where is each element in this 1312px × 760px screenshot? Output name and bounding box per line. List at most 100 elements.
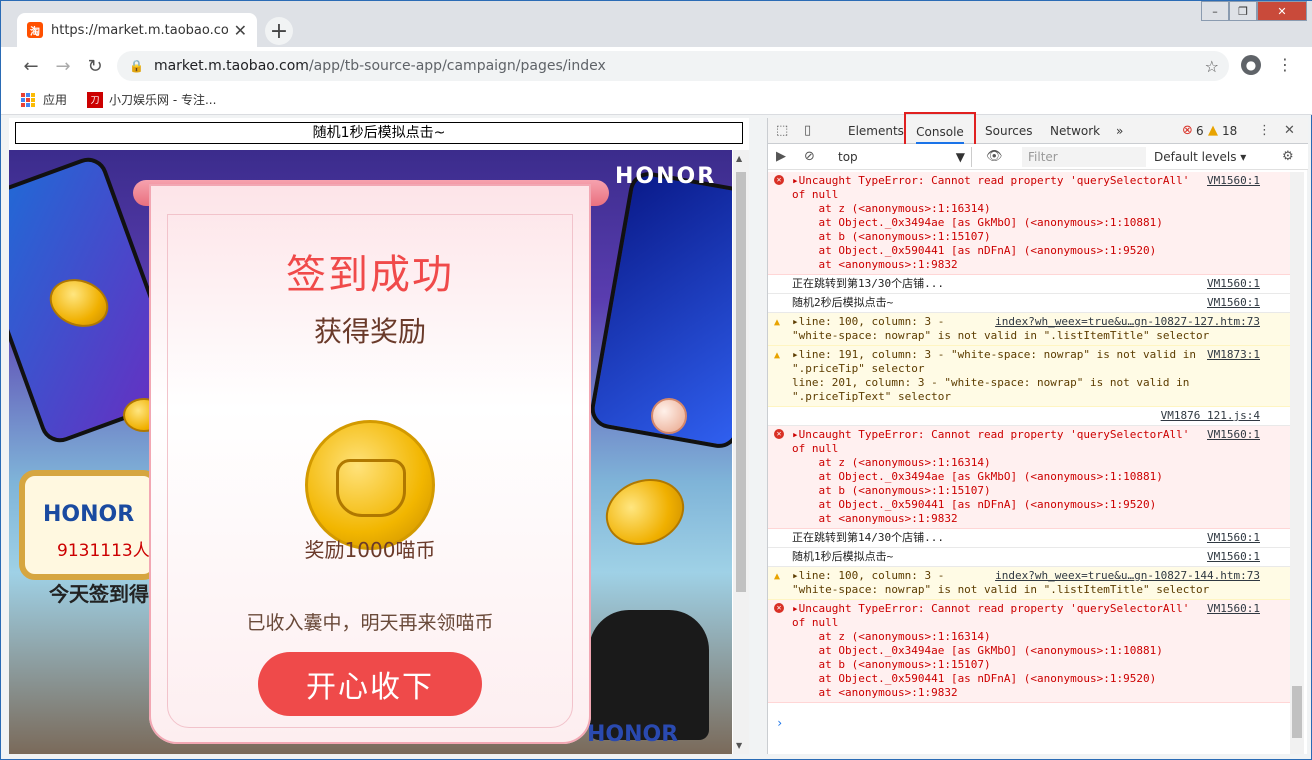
console-message: ▸Uncaught TypeError: Cannot read propert…	[792, 428, 1190, 525]
bookmark-xiaodao[interactable]: 刀 小刀娱乐网 - 专注...	[87, 91, 216, 108]
devtools-menu-icon[interactable]: ⋮	[1258, 118, 1271, 144]
honor-logo-top: HONOR	[615, 164, 717, 189]
console-entry-warn[interactable]: ▲ ▸line: 191, column: 3 - "white-space: n…	[768, 346, 1290, 407]
reward-note: 已收入囊中，明天再来领喵币	[246, 612, 494, 634]
source-link[interactable]: index?wh_weex=true&u…gn-10827-127.htm:73	[991, 315, 1260, 329]
error-icon: ✕	[774, 175, 784, 185]
close-devtools-icon[interactable]: ✕	[1284, 118, 1295, 144]
browser-menu-icon[interactable]: ⋮	[1277, 55, 1293, 74]
maximize-button[interactable]: ❐	[1229, 1, 1257, 21]
sidebar-toggle-icon[interactable]: ▶	[776, 144, 786, 170]
console-scroll-thumb[interactable]	[1292, 686, 1302, 738]
console-entry-info[interactable]: VM1876 121.js:4	[768, 407, 1290, 426]
console-message: ▸Uncaught TypeError: Cannot read propert…	[792, 602, 1190, 699]
console-entry-info[interactable]: 正在跳转到第13/30个店铺... VM1560:1	[768, 275, 1290, 294]
filter-input[interactable]: Filter	[1022, 147, 1146, 167]
console-toolbar: ▶ ⊘ top ▼ 👁 Filter Default levels ▾ ⚙	[768, 144, 1308, 170]
bookmark-apps[interactable]: 应用	[21, 91, 67, 108]
bookmark-apps-label: 应用	[43, 93, 68, 107]
context-select[interactable]: top ▼	[832, 147, 972, 167]
console-entry-warn[interactable]: ▲ ▸line: 100, column: 3 - "white-space: n…	[768, 567, 1290, 600]
close-window-button[interactable]: ✕	[1257, 1, 1307, 21]
back-arrow-icon[interactable]: ←	[15, 50, 47, 82]
source-link[interactable]: VM1876 121.js:4	[1157, 409, 1260, 423]
browser-window: 淘 https://market.m.taobao.com/ ✕ + – ❐ ✕…	[0, 0, 1312, 760]
minimize-button[interactable]: –	[1201, 1, 1229, 21]
log-levels-label: Default levels	[1154, 150, 1237, 164]
profile-icon[interactable]: ●	[1241, 55, 1261, 75]
console-entry-err[interactable]: ✕ ▸Uncaught TypeError: Cannot read proper…	[768, 172, 1290, 275]
source-link[interactable]: VM1560:1	[1203, 602, 1260, 616]
new-tab-button[interactable]: +	[265, 17, 293, 45]
warning-icon: ▲	[774, 571, 781, 582]
source-link[interactable]: VM1560:1	[1203, 174, 1260, 188]
console-entry-err[interactable]: ✕ ▸Uncaught TypeError: Cannot read proper…	[768, 600, 1290, 703]
console-log: ✕ ▸Uncaught TypeError: Cannot read proper…	[768, 172, 1290, 754]
source-link[interactable]: VM1873:1	[1203, 348, 1260, 362]
console-message: ▸Uncaught TypeError: Cannot read propert…	[792, 174, 1190, 271]
console-settings-gear-icon[interactable]: ⚙	[1282, 144, 1294, 170]
page-scrollbar[interactable]: ▲ ▼	[733, 150, 749, 754]
popup-subtitle: 获得奖励	[313, 315, 426, 348]
signin-popup: 签到成功 获得奖励 奖励1000喵币 已收入囊中，明天再来领喵币 开心收下	[149, 184, 591, 744]
tab-title: https://market.m.taobao.com/	[51, 22, 228, 38]
source-link[interactable]: VM1560:1	[1203, 531, 1260, 545]
log-levels-select[interactable]: Default levels ▾	[1154, 147, 1246, 167]
address-toolbar: ← → ↻ 🔒 market.m.taobao.com /app/tb-sour…	[1, 47, 1312, 85]
forward-arrow-icon[interactable]: →	[47, 50, 79, 82]
eye-icon[interactable]: 👁	[986, 144, 1003, 170]
console-entry-warn[interactable]: ▲ ▸line: 100, column: 3 - "white-space: n…	[768, 313, 1290, 346]
clear-console-icon[interactable]: ⊘	[804, 144, 815, 170]
bookmarks-bar: 应用 刀 小刀娱乐网 - 专注...	[1, 85, 1312, 115]
warning-count-icon[interactable]: ▲	[1208, 118, 1218, 144]
console-message: 正在跳转到第14/30个店铺...	[792, 531, 944, 544]
inspect-element-icon[interactable]: ⬚	[776, 118, 788, 144]
window-controls: – ❐ ✕	[1201, 1, 1307, 21]
scroll-down-icon[interactable]: ▼	[736, 741, 742, 750]
chevron-down-icon: ▼	[955, 150, 965, 164]
tab-sources[interactable]: Sources	[985, 118, 1032, 144]
tab-elements[interactable]: Elements	[848, 118, 904, 144]
error-count[interactable]: 6	[1196, 118, 1204, 144]
top-banner: 随机1秒后模拟点击~	[15, 122, 743, 144]
page-scroll-thumb[interactable]	[736, 172, 746, 592]
cat-face-icon	[336, 459, 406, 517]
lock-icon[interactable]: 🔒	[129, 59, 144, 73]
console-entry-info[interactable]: 正在跳转到第14/30个店铺... VM1560:1	[768, 529, 1290, 548]
source-link[interactable]: VM1560:1	[1203, 296, 1260, 310]
device-toggle-icon[interactable]: ▯	[804, 118, 811, 144]
close-tab-icon[interactable]: ✕	[234, 21, 247, 40]
devtools-tabbar: ⬚ ▯ Elements Console Sources Network » ⊗…	[768, 112, 1308, 150]
reload-icon[interactable]: ↻	[79, 50, 111, 82]
console-entry-info[interactable]: 随机2秒后模拟点击~ VM1560:1	[768, 294, 1290, 313]
campaign-scene: HONOR HONOR 9131113人正 今天签到得 HONOR 签到成功 获…	[9, 150, 732, 754]
bookmark-xiaodao-label: 小刀娱乐网 - 专注...	[109, 93, 217, 107]
console-scrollbar[interactable]	[1290, 172, 1304, 754]
address-bar[interactable]: 🔒 market.m.taobao.com /app/tb-source-app…	[117, 51, 1229, 81]
source-link[interactable]: index?wh_weex=true&u…gn-10827-144.htm:73	[991, 569, 1260, 583]
scroll-up-icon[interactable]: ▲	[736, 154, 742, 163]
console-prompt[interactable]: ›	[776, 716, 783, 730]
source-link[interactable]: VM1560:1	[1203, 550, 1260, 564]
browser-tab[interactable]: 淘 https://market.m.taobao.com/ ✕	[17, 13, 257, 47]
honor-logo-bottom: HONOR	[587, 722, 679, 747]
more-tabs-icon[interactable]: »	[1116, 118, 1123, 144]
url-host: market.m.taobao.com	[153, 58, 309, 74]
bookmark-star-icon[interactable]: ☆	[1205, 57, 1219, 76]
source-link[interactable]: VM1560:1	[1203, 277, 1260, 291]
warning-icon: ▲	[774, 317, 781, 328]
error-icon: ✕	[774, 603, 784, 613]
console-message: 随机1秒后模拟点击~	[792, 550, 894, 563]
tmall-cat-figure	[589, 610, 709, 740]
accept-reward-button[interactable]: 开心收下	[258, 652, 482, 716]
tab-network[interactable]: Network	[1050, 118, 1100, 144]
warning-count[interactable]: 18	[1222, 118, 1237, 144]
ball-decoration	[651, 398, 687, 434]
console-entry-err[interactable]: ✕ ▸Uncaught TypeError: Cannot read proper…	[768, 426, 1290, 529]
console-message	[792, 409, 799, 422]
console-entry-info[interactable]: 随机1秒后模拟点击~ VM1560:1	[768, 548, 1290, 567]
apps-grid-icon	[21, 92, 35, 107]
source-link[interactable]: VM1560:1	[1203, 428, 1260, 442]
error-count-icon[interactable]: ⊗	[1182, 118, 1193, 144]
taobao-favicon-icon: 淘	[27, 22, 43, 38]
